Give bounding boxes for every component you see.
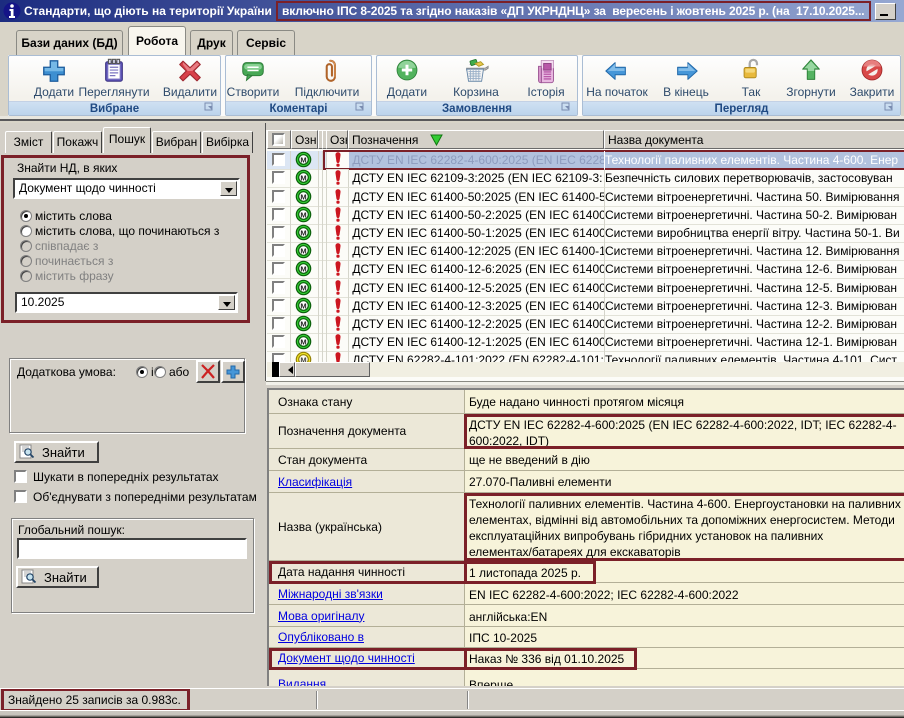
svg-text:M: M bbox=[300, 210, 306, 219]
svg-text:M: M bbox=[300, 155, 306, 164]
svg-text:M: M bbox=[300, 174, 306, 183]
svg-text:M: M bbox=[300, 265, 306, 274]
svg-text:M: M bbox=[300, 192, 306, 201]
svg-text:M: M bbox=[300, 319, 306, 328]
svg-text:M: M bbox=[300, 246, 306, 255]
svg-text:M: M bbox=[300, 228, 306, 237]
svg-text:M: M bbox=[300, 301, 306, 310]
svg-text:M: M bbox=[300, 283, 306, 292]
svg-text:M: M bbox=[300, 337, 306, 346]
